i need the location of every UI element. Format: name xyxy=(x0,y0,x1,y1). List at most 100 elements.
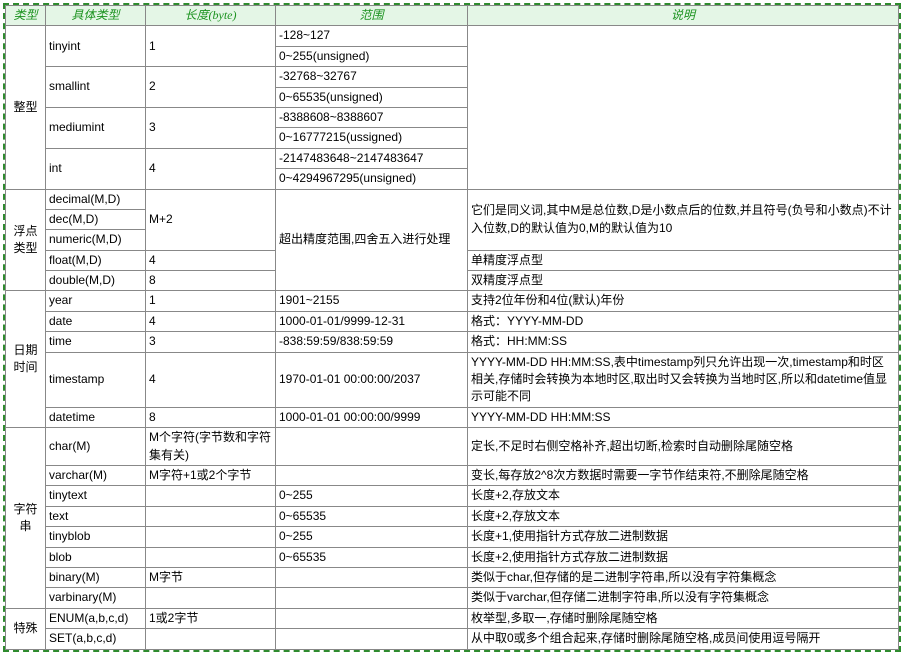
cell-type: numeric(M,D) xyxy=(46,230,146,250)
cell-len: 4 xyxy=(146,352,276,407)
cell-type: double(M,D) xyxy=(46,271,146,291)
cell-len: 8 xyxy=(146,407,276,427)
cell-range: 0~65535 xyxy=(276,547,468,567)
cell-type: dec(M,D) xyxy=(46,209,146,229)
cell-len: 2 xyxy=(146,67,276,108)
table-row: tinyblob 0~255 长度+1,使用指针方式存放二进制数据 xyxy=(6,527,899,547)
cell-range xyxy=(276,588,468,608)
cell-len: 4 xyxy=(146,250,276,270)
cell-len xyxy=(146,527,276,547)
table-container: 类型 具体类型 长度(byte) 范围 说明 整型 tinyint 1 -128… xyxy=(3,3,901,652)
cell-len: 4 xyxy=(146,311,276,331)
cell-len: M+2 xyxy=(146,189,276,250)
cell-desc: 从中取0或多个组合起来,存储时删除尾随空格,成员间使用逗号隔开 xyxy=(468,629,899,649)
cell-range: 1000-01-01 00:00:00/9999 xyxy=(276,407,468,427)
cell-desc: 支持2位年份和4位(默认)年份 xyxy=(468,291,899,311)
cell-desc: 类似于char,但存储的是二进制字符串,所以没有字符集概念 xyxy=(468,567,899,587)
cell-type: smallint xyxy=(46,67,146,108)
cell-len: M字符+1或2个字节 xyxy=(146,465,276,485)
cell-range: 0~65535(unsigned) xyxy=(276,87,468,107)
cell-desc: 定长,不足时右侧空格补齐,超出切断,检索时自动删除尾随空格 xyxy=(468,428,899,466)
cell-desc xyxy=(468,26,899,189)
table-row: tinytext 0~255 长度+2,存放文本 xyxy=(6,486,899,506)
cell-range: 0~65535 xyxy=(276,506,468,526)
col-range: 范围 xyxy=(276,6,468,26)
table-row: blob 0~65535 长度+2,使用指针方式存放二进制数据 xyxy=(6,547,899,567)
table-row: text 0~65535 长度+2,存放文本 xyxy=(6,506,899,526)
col-concrete-type: 具体类型 xyxy=(46,6,146,26)
cell-type: varbinary(M) xyxy=(46,588,146,608)
cell-type: tinytext xyxy=(46,486,146,506)
cell-range xyxy=(276,567,468,587)
cell-type: tinyblob xyxy=(46,527,146,547)
cell-desc: 单精度浮点型 xyxy=(468,250,899,270)
cell-type: datetime xyxy=(46,407,146,427)
cell-type: timestamp xyxy=(46,352,146,407)
cell-range: 1901~2155 xyxy=(276,291,468,311)
cell-category: 浮点类型 xyxy=(6,189,46,291)
cell-range: -838:59:59/838:59:59 xyxy=(276,332,468,352)
cell-desc: YYYY-MM-DD HH:MM:SS xyxy=(468,407,899,427)
cell-len xyxy=(146,588,276,608)
cell-range xyxy=(276,629,468,649)
cell-len xyxy=(146,547,276,567)
cell-range: 0~4294967295(unsigned) xyxy=(276,169,468,189)
cell-desc: 变长,每存放2^8次方数据时需要一字节作结束符,不删除尾随空格 xyxy=(468,465,899,485)
cell-category: 整型 xyxy=(6,26,46,189)
cell-range: -128~127 xyxy=(276,26,468,46)
table-row: 浮点类型 decimal(M,D) M+2 超出精度范围,四舍五入进行处理 它们… xyxy=(6,189,899,209)
cell-type: time xyxy=(46,332,146,352)
cell-type: year xyxy=(46,291,146,311)
cell-type: mediumint xyxy=(46,107,146,148)
cell-desc: 长度+1,使用指针方式存放二进制数据 xyxy=(468,527,899,547)
cell-len xyxy=(146,486,276,506)
cell-category: 字符串 xyxy=(6,428,46,609)
cell-len: 1或2字节 xyxy=(146,608,276,628)
table-row: time 3 -838:59:59/838:59:59 格式：HH:MM:SS xyxy=(6,332,899,352)
cell-desc: 长度+2,存放文本 xyxy=(468,486,899,506)
cell-len: 8 xyxy=(146,271,276,291)
table-row: date 4 1000-01-01/9999-12-31 格式：YYYY-MM-… xyxy=(6,311,899,331)
col-category: 类型 xyxy=(6,6,46,26)
cell-desc: YYYY-MM-DD HH:MM:SS,表中timestamp列只允许出现一次,… xyxy=(468,352,899,407)
cell-desc: 格式：HH:MM:SS xyxy=(468,332,899,352)
cell-type: varchar(M) xyxy=(46,465,146,485)
cell-desc: 长度+2,使用指针方式存放二进制数据 xyxy=(468,547,899,567)
cell-range: -2147483648~2147483647 xyxy=(276,148,468,168)
cell-desc: 枚举型,多取一,存储时删除尾随空格 xyxy=(468,608,899,628)
col-description: 说明 xyxy=(468,6,899,26)
cell-category: 特殊 xyxy=(6,608,46,649)
cell-len: M字节 xyxy=(146,567,276,587)
table-row: SET(a,b,c,d) 从中取0或多个组合起来,存储时删除尾随空格,成员间使用… xyxy=(6,629,899,649)
table-row: 字符串 char(M) M个字符(字节数和字符集有关) 定长,不足时右侧空格补齐… xyxy=(6,428,899,466)
cell-range: -8388608~8388607 xyxy=(276,107,468,127)
cell-type: text xyxy=(46,506,146,526)
table-row: varbinary(M) 类似于varchar,但存储二进制字符串,所以没有字符… xyxy=(6,588,899,608)
cell-type: ENUM(a,b,c,d) xyxy=(46,608,146,628)
cell-range: 0~255 xyxy=(276,527,468,547)
cell-len: 3 xyxy=(146,107,276,148)
table-row: 整型 tinyint 1 -128~127 xyxy=(6,26,899,46)
cell-type: SET(a,b,c,d) xyxy=(46,629,146,649)
cell-len xyxy=(146,506,276,526)
cell-desc: 长度+2,存放文本 xyxy=(468,506,899,526)
cell-desc: 它们是同义词,其中M是总位数,D是小数点后的位数,并且符号(负号和小数点)不计入… xyxy=(468,189,899,250)
cell-len: 1 xyxy=(146,26,276,67)
cell-type: tinyint xyxy=(46,26,146,67)
col-length: 长度(byte) xyxy=(146,6,276,26)
table-row: timestamp 4 1970-01-01 00:00:00/2037 YYY… xyxy=(6,352,899,407)
cell-type: float(M,D) xyxy=(46,250,146,270)
table-row: 日期时间 year 1 1901~2155 支持2位年份和4位(默认)年份 xyxy=(6,291,899,311)
cell-range: 0~255 xyxy=(276,486,468,506)
cell-len: 4 xyxy=(146,148,276,189)
cell-range xyxy=(276,608,468,628)
cell-type: date xyxy=(46,311,146,331)
cell-len xyxy=(146,629,276,649)
cell-range: 0~16777215(ussigned) xyxy=(276,128,468,148)
table-row: 特殊 ENUM(a,b,c,d) 1或2字节 枚举型,多取一,存储时删除尾随空格 xyxy=(6,608,899,628)
cell-len: 3 xyxy=(146,332,276,352)
table-row: datetime 8 1000-01-01 00:00:00/9999 YYYY… xyxy=(6,407,899,427)
cell-type: int xyxy=(46,148,146,189)
cell-type: decimal(M,D) xyxy=(46,189,146,209)
cell-category: 日期时间 xyxy=(6,291,46,428)
